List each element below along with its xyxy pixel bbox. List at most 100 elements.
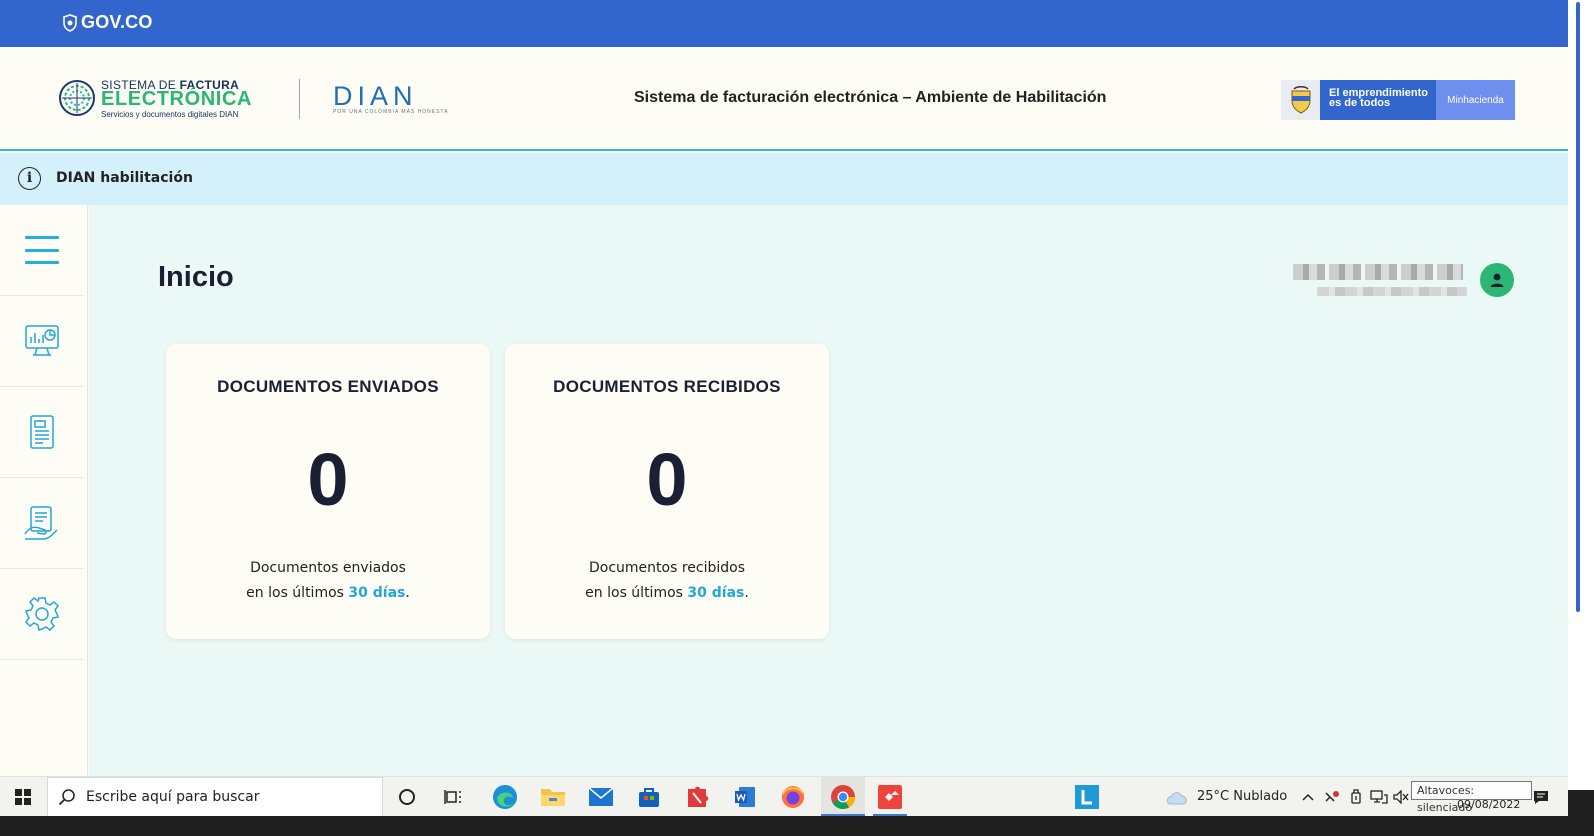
firefox-icon xyxy=(782,786,804,808)
sidebar-item-reception[interactable] xyxy=(0,478,83,569)
card-title: DOCUMENTOS RECIBIDOS xyxy=(553,377,781,396)
dian-logo-tagline: POR UNA COLOMBIA MÁS HONESTA xyxy=(333,109,449,115)
speaker-muted-icon xyxy=(1393,790,1409,804)
windows-logo-icon xyxy=(15,789,31,805)
taskbar-date[interactable]: 09/08/2022 xyxy=(1457,798,1520,811)
tray-sync-status[interactable] xyxy=(1322,777,1342,817)
cortana-button[interactable] xyxy=(388,777,426,817)
factura-electronica-logo[interactable]: SISTEMA DE FACTURA ELECTRÓNICA Servicios… xyxy=(58,77,273,121)
chrome-icon xyxy=(831,785,855,810)
sidebar-item-dashboard[interactable] xyxy=(0,296,83,387)
sidebar-item-settings[interactable] xyxy=(0,569,83,660)
page-title: Inicio xyxy=(158,261,234,293)
card-desc-line1: Documentos enviados xyxy=(250,560,406,576)
folder-icon xyxy=(541,789,565,806)
card-description: Documentos recibidos en los últimos 30 d… xyxy=(505,556,829,606)
card-desc-prefix: en los últimos xyxy=(246,585,349,601)
environment-info-bar: i DIAN habilitación xyxy=(0,153,1568,205)
card-desc-line1: Documentos recibidos xyxy=(588,560,745,576)
tray-network[interactable] xyxy=(1368,777,1390,817)
card-desc-period: 30 días xyxy=(687,585,745,601)
environment-info-text: DIAN habilitación xyxy=(56,170,193,186)
network-icon xyxy=(1370,790,1388,804)
tray-volume[interactable] xyxy=(1392,777,1410,817)
taskbar-search-placeholder: Escribe aquí para buscar xyxy=(86,789,260,805)
taskbar-app-l[interactable] xyxy=(1074,777,1100,817)
sf-logo-line3: Servicios y documentos digitales DIAN xyxy=(101,110,239,119)
taskbar-word[interactable] xyxy=(725,777,765,817)
mail-icon xyxy=(588,787,614,806)
dian-logo-word: DIAN xyxy=(333,81,418,111)
sidebar-item-documents[interactable] xyxy=(0,387,83,478)
user-icon xyxy=(1490,273,1504,287)
card-desc-prefix: en los últimos xyxy=(585,585,688,601)
document-list-icon xyxy=(29,415,54,449)
card-desc-suffix: . xyxy=(405,585,410,601)
card-desc-suffix: . xyxy=(744,585,749,601)
gov-shield-icon xyxy=(63,13,77,32)
sent-documents-card[interactable]: DOCUMENTOS ENVIADOS 0 Documentos enviado… xyxy=(166,344,490,639)
screen-bottom-edge xyxy=(0,816,1594,836)
minhacienda-slogan: El emprendimiento es de todos xyxy=(1320,80,1436,120)
start-button[interactable] xyxy=(0,777,46,817)
card-title: DOCUMENTOS ENVIADOS xyxy=(217,377,439,396)
site-header: SISTEMA DE FACTURA ELECTRÓNICA Servicios… xyxy=(0,47,1568,151)
taskbar-mail[interactable] xyxy=(581,777,621,817)
gear-icon xyxy=(24,597,59,631)
sidebar-menu-toggle[interactable] xyxy=(0,205,83,296)
taskbar-firefox[interactable] xyxy=(773,777,813,817)
gov-co-text: GOV.CO xyxy=(81,12,153,32)
header-divider xyxy=(299,79,300,119)
minhacienda-slogan-line2: es de todos xyxy=(1329,97,1391,109)
puzzle-app-icon xyxy=(688,786,709,807)
weather-text[interactable]: 25°C Nublado xyxy=(1197,789,1287,804)
cloud-icon xyxy=(1166,792,1187,805)
chevron-up-icon xyxy=(1302,793,1314,801)
card-value: 0 xyxy=(307,438,349,521)
minhacienda-banner[interactable]: El emprendimiento es de todos Minhaciend… xyxy=(1281,80,1515,120)
task-view-icon xyxy=(444,790,461,804)
dashboard-monitor-icon xyxy=(24,325,59,356)
globe-logo-icon xyxy=(59,80,95,116)
weather-widget[interactable] xyxy=(1164,777,1190,817)
card-desc-period: 30 días xyxy=(348,585,406,601)
notification-icon xyxy=(1534,791,1548,804)
page-scrollbar[interactable] xyxy=(1568,0,1594,790)
minhacienda-name: Minhacienda xyxy=(1436,80,1515,120)
received-documents-card[interactable]: DOCUMENTOS RECIBIDOS 0 Documentos recibi… xyxy=(505,344,829,639)
taskbar-edge[interactable] xyxy=(485,777,525,817)
sidebar xyxy=(0,205,88,790)
action-center-button[interactable] xyxy=(1530,777,1552,817)
taskbar-store[interactable] xyxy=(629,777,669,817)
task-view-button[interactable] xyxy=(434,777,472,817)
taskbar-search-box[interactable]: Escribe aquí para buscar xyxy=(47,777,383,817)
info-icon: i xyxy=(18,167,41,190)
colombia-coat-of-arms-icon xyxy=(1281,80,1320,120)
remote-desktop-icon xyxy=(878,785,902,809)
taskbar-app-red-puzzle[interactable] xyxy=(677,777,717,817)
search-icon xyxy=(58,789,75,806)
gov-top-bar: GOV.CO xyxy=(0,0,1568,47)
sync-error-icon xyxy=(1325,791,1339,802)
word-icon xyxy=(735,787,755,807)
user-detail-redacted xyxy=(1317,287,1467,296)
device-icon xyxy=(1351,789,1361,804)
main-content: Inicio DOCUMENTOS ENVIADOS 0 Documentos … xyxy=(89,205,1568,790)
sf-logo-line2: ELECTRÓNICA xyxy=(101,88,253,110)
menu-icon xyxy=(24,236,59,264)
taskbar-file-explorer[interactable] xyxy=(533,777,573,817)
taskbar-anydesk[interactable] xyxy=(869,777,911,817)
dian-logo[interactable]: DIAN POR UNA COLOMBIA MÁS HONESTA xyxy=(333,81,449,116)
taskbar-chrome[interactable] xyxy=(821,777,865,817)
user-avatar[interactable] xyxy=(1480,263,1514,297)
edge-browser-icon xyxy=(493,785,517,809)
tray-device-status[interactable] xyxy=(1346,777,1366,817)
gov-co-logo[interactable]: GOV.CO xyxy=(62,12,153,33)
hand-document-icon xyxy=(23,506,58,540)
user-name-redacted xyxy=(1293,264,1463,280)
tray-overflow-button[interactable] xyxy=(1298,777,1318,817)
system-title: Sistema de facturación electrónica – Amb… xyxy=(634,89,1107,106)
card-value: 0 xyxy=(646,438,688,521)
scrollbar-thumb[interactable] xyxy=(1576,2,1580,612)
store-bag-icon xyxy=(639,788,659,807)
